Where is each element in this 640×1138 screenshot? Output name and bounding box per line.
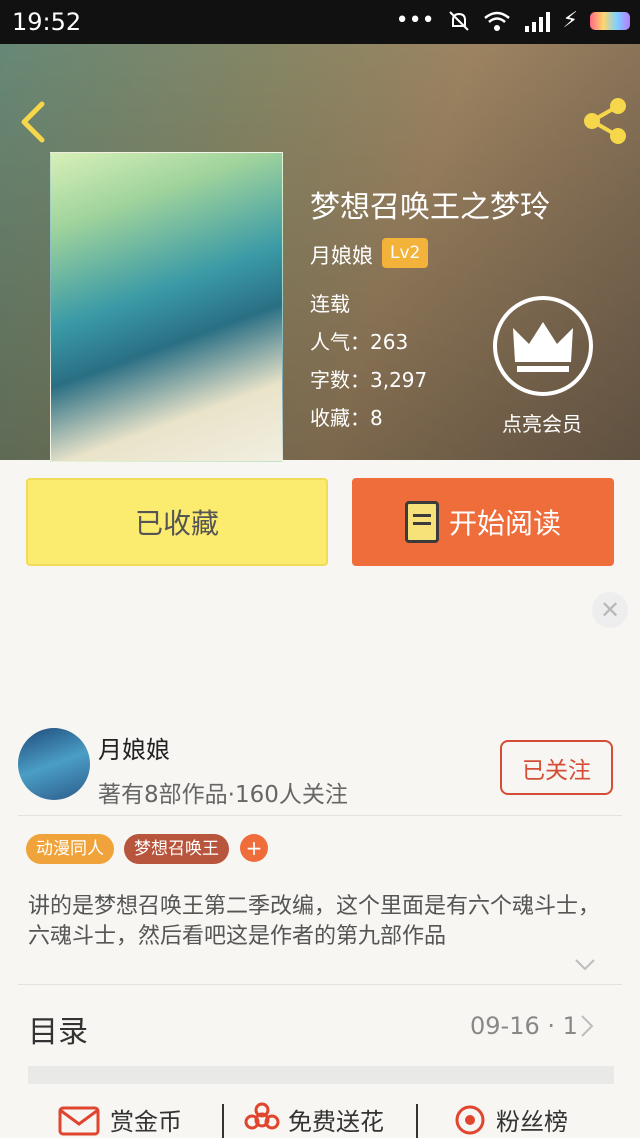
author-name[interactable]: 月娘娘	[98, 730, 170, 765]
mute-bell-icon	[448, 10, 469, 31]
book-status: 连载	[310, 292, 350, 316]
tag-dream-summon-king[interactable]: 梦想召唤王	[124, 834, 229, 864]
reward-coins-button[interactable]: 赏金币	[56, 1100, 182, 1138]
collected-label: 已收藏	[134, 507, 219, 540]
divider	[416, 1104, 418, 1138]
coin-envelope-icon	[58, 1106, 100, 1136]
crown-icon	[513, 322, 573, 372]
book-header-background: 梦想召唤王之梦玲 月娘娘 Lv2 连载 人气：263 字数：3,297 收藏：8…	[0, 44, 640, 462]
status-time: 19:52	[12, 8, 82, 36]
book-author[interactable]: 月娘娘	[310, 240, 373, 270]
collected-button[interactable]: 已收藏	[26, 478, 328, 566]
following-button[interactable]: 已关注	[500, 740, 613, 795]
book-title: 梦想召唤王之梦玲	[310, 190, 550, 225]
author-level-badge: Lv2	[382, 238, 429, 268]
book-cover-image	[50, 152, 283, 462]
reward-coins-label: 赏金币	[110, 1107, 182, 1136]
fan-ranking-button[interactable]: 粉丝榜	[452, 1100, 568, 1138]
close-ad-button[interactable]: ✕	[592, 592, 628, 628]
more-dots-icon: •••	[395, 8, 435, 33]
free-flower-button[interactable]: 免费送花	[244, 1100, 384, 1138]
chevron-right-icon[interactable]	[580, 1014, 594, 1038]
divider	[18, 815, 622, 816]
charging-icon: ⚡	[562, 8, 578, 33]
start-reading-label: 开始阅读	[448, 507, 561, 540]
ranking-icon	[455, 1105, 485, 1135]
following-label: 已关注	[522, 757, 591, 784]
book-favorites: 收藏：8	[310, 406, 383, 430]
status-icons: ••• ⚡	[396, 8, 630, 33]
vip-label[interactable]: 点亮会员	[502, 408, 582, 437]
latest-chapter-info[interactable]: 09-16 · 1	[470, 1012, 578, 1040]
section-separator	[28, 1066, 614, 1084]
share-icon[interactable]	[580, 96, 630, 146]
book-popularity: 人气：263	[310, 330, 409, 354]
book-word-count: 字数：3,297	[310, 368, 428, 392]
add-tag-button[interactable]: +	[240, 834, 268, 862]
free-flower-label: 免费送花	[288, 1107, 384, 1136]
battery-icon	[590, 11, 630, 30]
book-icon	[404, 501, 439, 543]
divider	[18, 984, 622, 985]
book-description: 讲的是梦想召唤王第二季改编，这个里面是有六个魂斗士，六魂斗士，然后看吧这是作者的…	[28, 894, 601, 949]
back-arrow-icon[interactable]	[14, 100, 54, 144]
divider	[222, 1104, 224, 1138]
tag-anime-fanfic[interactable]: 动漫同人	[26, 834, 114, 864]
author-stats: 著有8部作品·160人关注	[98, 782, 348, 808]
fan-ranking-label: 粉丝榜	[496, 1107, 568, 1136]
flower-icon	[244, 1102, 280, 1130]
table-of-contents-label[interactable]: 目录	[28, 1007, 88, 1051]
signal-icon	[524, 11, 550, 32]
status-bar: 19:52 ••• ⚡	[0, 0, 640, 44]
chevron-down-icon[interactable]	[574, 958, 596, 972]
vip-button[interactable]	[493, 296, 593, 396]
wifi-icon	[483, 11, 510, 31]
author-avatar[interactable]	[18, 728, 90, 800]
start-reading-button[interactable]: 开始阅读	[352, 478, 614, 566]
